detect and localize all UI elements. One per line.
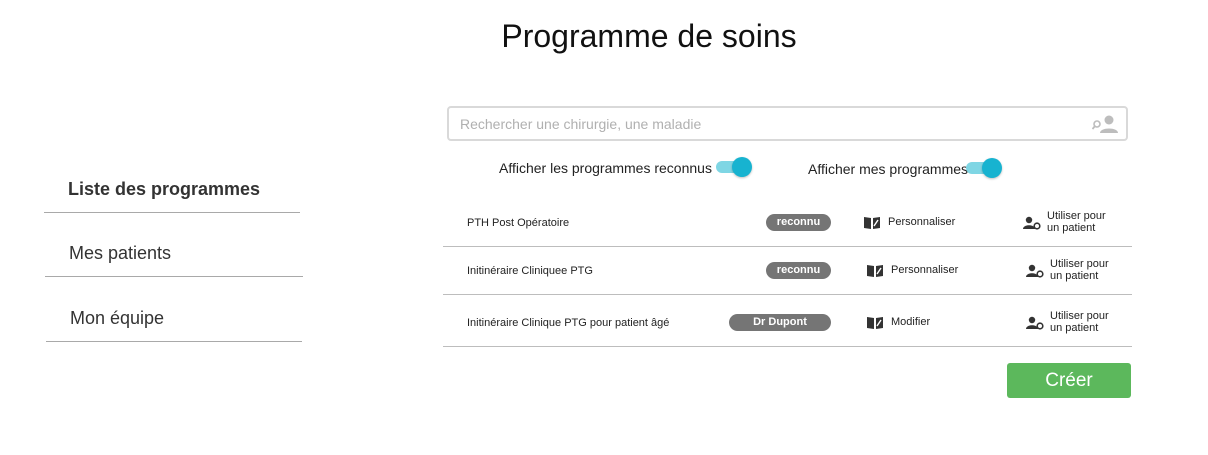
program-name: PTH Post Opératoire [467, 217, 570, 229]
user-search-icon[interactable] [1092, 114, 1118, 134]
mine-toggle-label: Afficher mes programmes [808, 161, 969, 177]
book-edit-icon [864, 217, 880, 229]
page-title: Programme de soins [501, 18, 797, 54]
sidebar-item-team[interactable]: Mon équipe [46, 297, 302, 342]
customize-label: Personnaliser [891, 264, 959, 276]
search-input[interactable] [460, 114, 1080, 134]
recognized-toggle[interactable] [716, 157, 752, 177]
user-gear-icon [1026, 316, 1044, 330]
status-badge: reconnu [766, 214, 831, 231]
toggle-knob [732, 157, 752, 177]
recognized-toggle-label: Afficher les programmes reconnus [499, 160, 712, 176]
toggle-knob [982, 158, 1002, 178]
status-badge: Dr Dupont [729, 314, 831, 331]
use-for-patient-label: Utiliser pour un patient [1050, 310, 1109, 334]
sidebar-item-label: Mes patients [69, 243, 172, 263]
table-row: Initinéraire Clinique PTG pour patient â… [443, 295, 1132, 347]
mine-toggle[interactable] [966, 158, 1002, 178]
use-for-patient-label: Utiliser pour un patient [1050, 258, 1109, 282]
sidebar-item-label: Liste des programmes [68, 179, 261, 199]
search-box [447, 106, 1128, 141]
sidebar-item-patients[interactable]: Mes patients [45, 232, 303, 277]
customize-label: Personnaliser [888, 216, 956, 228]
table-row: PTH Post Opératoire reconnu Personnalise… [443, 199, 1132, 247]
program-name: Initinéraire Cliniquee PTG [467, 265, 593, 277]
user-gear-icon [1023, 216, 1041, 230]
sidebar-item-programs[interactable]: Liste des programmes [44, 168, 300, 213]
edit-label: Modifier [891, 316, 931, 328]
status-badge: reconnu [766, 262, 831, 279]
table-row: Initinéraire Cliniquee PTG reconnu Perso… [443, 247, 1132, 295]
create-button[interactable]: Créer [1007, 363, 1131, 398]
program-name: Initinéraire Clinique PTG pour patient â… [467, 317, 670, 329]
book-edit-icon [867, 317, 883, 329]
use-for-patient-label: Utiliser pour un patient [1047, 210, 1106, 234]
sidebar-item-label: Mon équipe [70, 308, 165, 328]
user-gear-icon [1026, 264, 1044, 278]
book-edit-icon [867, 265, 883, 277]
